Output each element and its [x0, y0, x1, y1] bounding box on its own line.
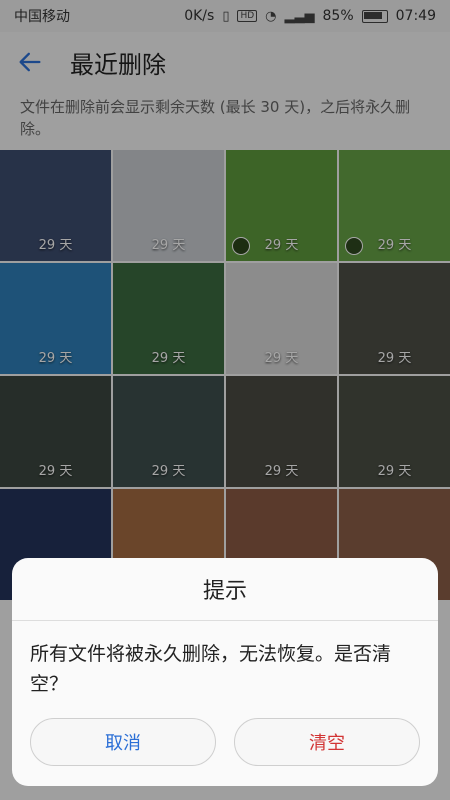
- dialog-message: 所有文件将被永久删除，无法恢复。是否清空？: [30, 643, 392, 695]
- confirm-dialog: 提示 所有文件将被永久删除，无法恢复。是否清空？ 取消 清空: [12, 558, 438, 786]
- dialog-title: 提示: [202, 579, 247, 604]
- clear-button[interactable]: 清空: [234, 718, 420, 766]
- dialog-actions: 取消 清空: [30, 718, 420, 768]
- cancel-button[interactable]: 取消: [30, 718, 216, 766]
